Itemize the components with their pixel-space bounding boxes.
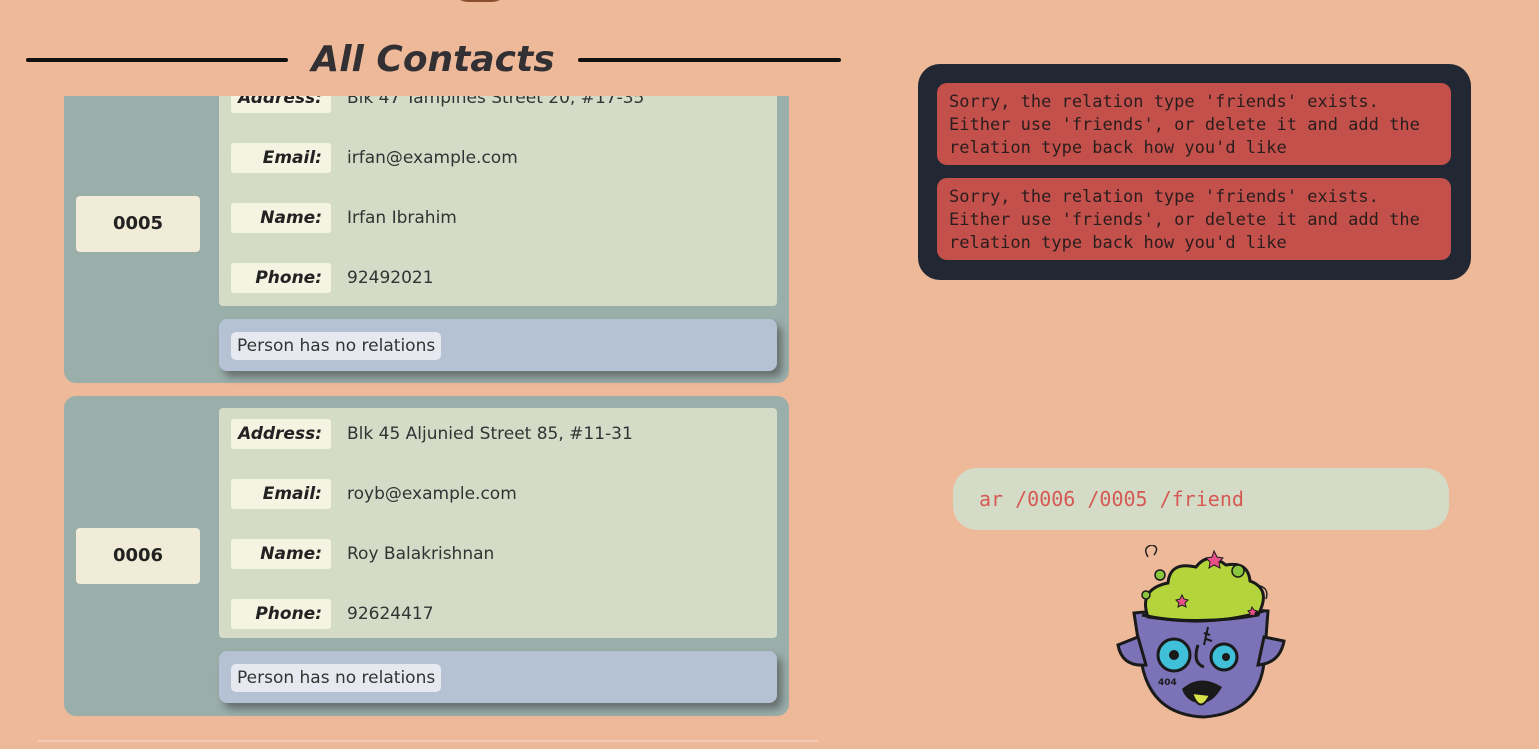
contacts-header: All Contacts — [26, 36, 841, 86]
address-label: Address: — [231, 96, 331, 113]
top-decoration — [452, 0, 508, 2]
error-message: Sorry, the relation type 'friends' exist… — [937, 83, 1451, 165]
email-value: irfan@example.com — [347, 148, 518, 168]
address-value: Blk 47 Tampines Street 20, #17-35 — [347, 96, 645, 108]
phone-value: 92492021 — [347, 268, 434, 288]
address-row: Address: Blk 45 Aljunied Street 85, #11-… — [231, 418, 771, 450]
phone-row: Phone: 92492021 — [231, 262, 771, 294]
email-row: Email: royb@example.com — [231, 478, 771, 510]
header-divider-right — [578, 58, 841, 62]
phone-value: 92624417 — [347, 604, 434, 624]
address-label: Address: — [231, 419, 331, 449]
contact-id-badge: 0006 — [76, 528, 200, 584]
relations-panel: Person has no relations — [219, 319, 777, 371]
name-label: Name: — [231, 539, 331, 569]
contact-fields: Address: Blk 47 Tampines Street 20, #17-… — [219, 96, 777, 306]
email-label: Email: — [231, 143, 331, 173]
phone-label: Phone: — [231, 599, 331, 629]
email-row: Email: irfan@example.com — [231, 142, 771, 174]
page-title: All Contacts — [311, 39, 555, 80]
name-row: Name: Roy Balakrishnan — [231, 538, 771, 570]
header-divider-left — [26, 58, 288, 62]
relations-label: Person has no relations — [231, 332, 442, 360]
contact-fields: Address: Blk 45 Aljunied Street 85, #11-… — [219, 408, 777, 638]
relations-label: Person has no relations — [231, 664, 442, 692]
name-value: Roy Balakrishnan — [347, 544, 495, 564]
svg-text:404: 404 — [1158, 678, 1177, 688]
contact-id-badge: 0005 — [76, 196, 200, 252]
name-value: Irfan Ibrahim — [347, 208, 457, 228]
email-label: Email: — [231, 479, 331, 509]
name-row: Name: Irfan Ibrahim — [231, 202, 771, 234]
phone-row: Phone: 92624417 — [231, 598, 771, 630]
result-display: Sorry, the relation type 'friends' exist… — [918, 64, 1471, 280]
email-value: royb@example.com — [347, 484, 517, 504]
contact-list[interactable]: 0005 Address: Blk 47 Tampines Street 20,… — [64, 96, 794, 744]
list-bottom-edge — [38, 740, 818, 742]
phone-label: Phone: — [231, 263, 331, 293]
command-input[interactable] — [979, 468, 1419, 530]
name-label: Name: — [231, 203, 331, 233]
command-box[interactable] — [953, 468, 1449, 530]
contact-card[interactable]: 0006 Address: Blk 45 Aljunied Street 85,… — [64, 396, 789, 716]
relations-panel: Person has no relations — [219, 651, 777, 703]
address-row: Address: Blk 47 Tampines Street 20, #17-… — [231, 96, 771, 114]
error-message: Sorry, the relation type 'friends' exist… — [937, 178, 1451, 260]
address-value: Blk 45 Aljunied Street 85, #11-31 — [347, 424, 633, 444]
zombie-404-icon: 404 — [1108, 544, 1293, 725]
contact-card[interactable]: 0005 Address: Blk 47 Tampines Street 20,… — [64, 96, 789, 383]
